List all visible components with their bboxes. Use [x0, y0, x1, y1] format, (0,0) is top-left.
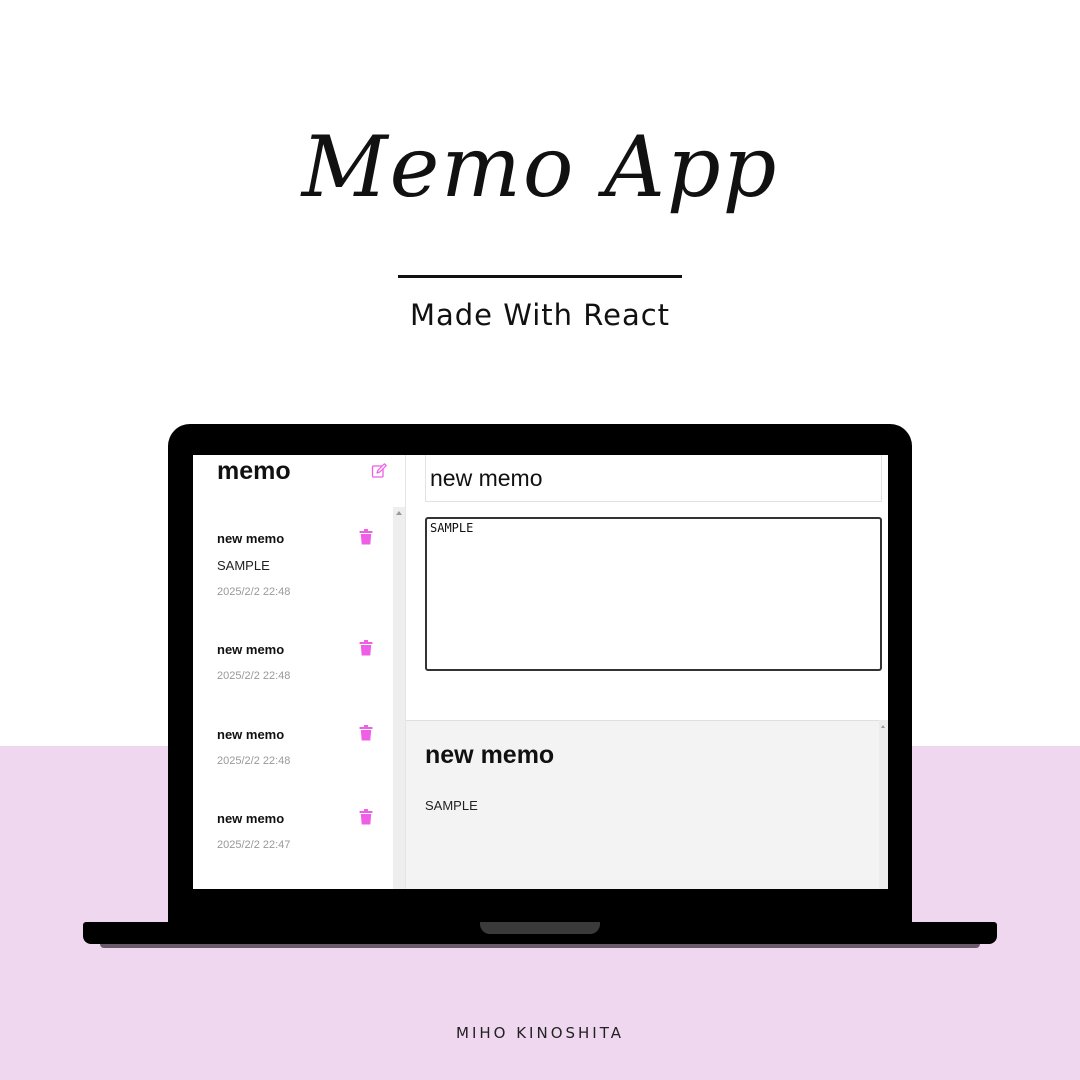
hero-divider: [398, 275, 682, 278]
laptop-base-shadow: [100, 944, 980, 948]
app-title: memo: [217, 457, 291, 485]
preview-title: new memo: [425, 741, 555, 769]
trash-icon[interactable]: [359, 725, 373, 741]
edit-icon[interactable]: [371, 463, 387, 479]
app-screen: memo new memo SAMPLE 2025/2/2 22:48 new …: [193, 455, 888, 889]
scroll-up-arrow-icon[interactable]: [881, 725, 885, 728]
memo-item-title: new memo: [217, 811, 285, 826]
preview-body: SAMPLE: [425, 798, 478, 813]
preview-panel: new memo SAMPLE: [406, 720, 888, 889]
hero-subtitle: Made With React: [409, 298, 671, 332]
sidebar: memo new memo SAMPLE 2025/2/2 22:48 new …: [193, 455, 393, 889]
memo-item-date: 2025/2/2 22:47: [217, 839, 291, 851]
trash-icon[interactable]: [359, 640, 373, 656]
hero-title: Memo App: [301, 118, 779, 216]
memo-item-title: new memo: [217, 642, 285, 657]
memo-body-textarea[interactable]: SAMPLE: [425, 517, 882, 671]
scroll-up-arrow-icon[interactable]: [396, 511, 402, 515]
author-credit: MIHO KINOSHITA: [456, 1024, 624, 1042]
memo-item-date: 2025/2/2 22:48: [217, 586, 291, 598]
laptop-notch: [480, 922, 600, 934]
memo-item-title: new memo: [217, 727, 285, 742]
memo-item-title: new memo: [217, 531, 285, 546]
memo-item-date: 2025/2/2 22:48: [217, 670, 291, 682]
trash-icon[interactable]: [359, 529, 373, 545]
editor-panel: SAMPLE: [406, 455, 888, 720]
memo-item-date: 2025/2/2 22:48: [217, 755, 291, 767]
trash-icon[interactable]: [359, 809, 373, 825]
sidebar-scrollbar[interactable]: [393, 507, 405, 889]
memo-title-input[interactable]: [425, 455, 882, 502]
preview-scrollbar[interactable]: [879, 720, 888, 889]
memo-item-body: SAMPLE: [217, 558, 270, 573]
